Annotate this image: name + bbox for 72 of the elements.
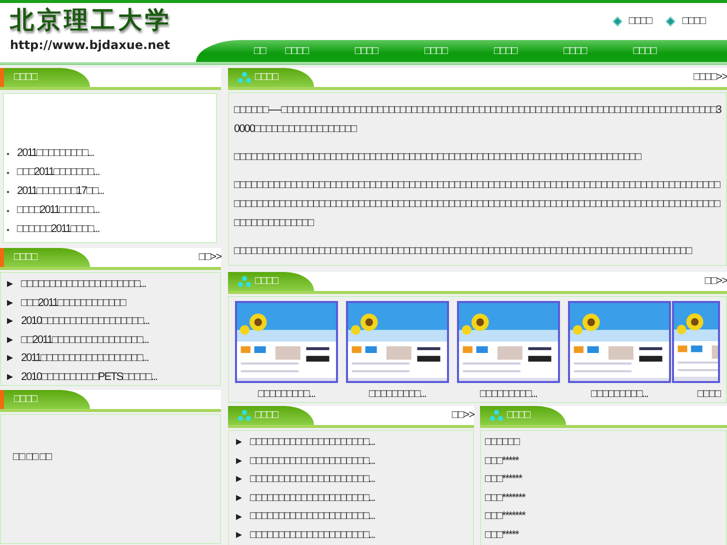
list-link[interactable]: □□□□□□□□□□□□□□□□□□□□□... <box>250 527 375 544</box>
more-link[interactable]: □□>> <box>704 273 727 290</box>
list-link[interactable]: 2010□□□□□□□□□□□□□□□□□□... <box>21 313 150 330</box>
arrow-icon <box>236 514 242 520</box>
list-link[interactable]: □□□□□□□□□□□□□□□□□□□□□... <box>250 434 375 451</box>
arrow-icon <box>7 300 13 306</box>
list-link[interactable]: 2011□□□□□□□□□... <box>17 145 94 162</box>
more-link[interactable]: □□>> <box>452 407 474 424</box>
member-name: □□□□□□ <box>485 435 519 450</box>
website-screenshot-drawing[interactable] <box>672 301 720 382</box>
list-link[interactable]: 2010□□□□□□□□□□PETS□□□□□... <box>21 368 158 385</box>
list-link[interactable]: □□□2011□□□□□□□□□□□□ <box>21 294 126 311</box>
accent-bar <box>0 248 4 267</box>
list-link[interactable]: 2011□□□□□□□□□□□□□□□□□□... <box>21 350 148 366</box>
nodes-icon <box>238 410 251 421</box>
thumbnail-caption[interactable]: □□□□□□□□□... <box>258 386 315 402</box>
paragraph: □□□□□□□□□□□□□□□□□□□□□□□□□□□□□□□□□□□□□□□□□□□□□□□□□□□□□□□□□□□□□□□□□□□□□□□□□□□□□□□□□□□□□□□□□□□□□□□□□□□□□□□□□□□□□□□□□□□□□□□□□□□□□□□□□□□□□□□□□□□□□□□□□□□□□□□□□□□□□□□□□□□□□□□□□□□□□□□□□□□□□□□□□□ <box>234 178 721 231</box>
nodes-icon <box>238 72 251 83</box>
top-link[interactable]: □□□□ <box>628 13 652 30</box>
accent-bar <box>0 390 4 409</box>
member-name: □□□***** <box>485 528 518 544</box>
arrow-icon <box>7 355 13 362</box>
section-title: □□□□ <box>14 70 37 86</box>
arrow-icon <box>7 336 13 343</box>
arrow-icon <box>7 281 13 288</box>
website-screenshot-drawing[interactable] <box>235 301 338 382</box>
section-title: □□□□ <box>255 408 278 424</box>
member-name: □□□***** <box>485 454 518 469</box>
more-link[interactable]: □□□□>> <box>694 69 727 86</box>
member-name: □□□****** <box>485 472 522 488</box>
paragraph: □□□□□□□□□□□□□□□□□□□□□□□□□□□□□□□□□□□□□□□□□□□□□□□□□□□□□□□□□□□□□□□□□□□□□□□□□□□□□□□□□ <box>234 244 693 259</box>
top-link[interactable]: □□□□ <box>682 13 705 30</box>
arrow-icon <box>236 458 242 464</box>
section-title: □□□□ <box>255 70 278 86</box>
thumbnail-caption[interactable]: □□□□ <box>697 386 720 402</box>
section-title: □□□□ <box>14 250 37 266</box>
member-name: □□□******* <box>485 490 525 506</box>
paragraph: □□□□□□-----□□□□□□□□□□□□□□□□□□□□□□□□□□□□□□□□□□□□□□□□□□□□□□□□□□□□□□□□□□□□□□□□□□□□□□□□□□□□□30000□□□□□□□□□□□□□□□□□□ <box>234 103 722 137</box>
thumbnail-caption[interactable]: □□□□□□□□□... <box>369 386 426 402</box>
thumbnail-caption[interactable]: □□□□□□□□□... <box>591 386 648 402</box>
arrow-icon <box>236 439 242 446</box>
list-link[interactable]: 2011□□□□□□□17□□... <box>17 183 104 200</box>
website-screenshot-drawing[interactable] <box>346 301 449 382</box>
list-link[interactable]: □□□2011□□□□□□□... <box>17 164 100 181</box>
website-screenshot-drawing[interactable] <box>457 301 560 382</box>
list-link[interactable]: □□2011□□□□□□□□□□□□□□□□... <box>21 332 148 348</box>
list-link[interactable]: □□□□□□□□□□□□□□□□□□□□□... <box>21 276 146 292</box>
list-link[interactable]: □□□□□□□□□□□□□□□□□□□□□... <box>250 490 375 506</box>
list-link[interactable]: □□□□□□□□□□□□□□□□□□□□□... <box>250 508 375 525</box>
arrow-icon <box>7 318 13 324</box>
section-title: □□□□ <box>255 274 278 290</box>
nodes-icon <box>238 276 251 287</box>
logo-title[interactable]: 北京理工大学 <box>10 8 172 32</box>
list-link[interactable]: □□□□□□2011□□□□... <box>17 221 100 238</box>
arrow-icon <box>236 476 242 482</box>
list-link[interactable]: □□□□□□□□□□□□□□□□□□□□□... <box>250 452 375 470</box>
nodes-icon <box>490 410 503 421</box>
list-link[interactable]: □□□□□□□□□□□□□□□□□□□□□... <box>250 471 375 488</box>
accent-bar <box>0 68 4 87</box>
thumbnail-caption[interactable]: □□□□□□□□□... <box>480 386 537 402</box>
list-link[interactable]: □□□□2011□□□□□□... <box>17 202 100 219</box>
arrow-icon <box>236 495 242 502</box>
logo-url: http://www.bjdaxue.net <box>10 37 170 54</box>
website-screenshot-drawing[interactable] <box>568 301 671 382</box>
paragraph: □□□□□□□□□□□□□□□□□□□□□□□□□□□□□□□□□□□□□□□□□□□□□□□□□□□□□□□□□□□□□□□□□□□□□□□□ <box>234 150 642 165</box>
arrow-icon <box>7 374 13 380</box>
member-name: □□□******* <box>485 509 525 524</box>
arrow-icon <box>236 532 242 538</box>
more-link[interactable]: □□>> <box>198 249 221 266</box>
section-title: □□□□ <box>507 408 530 424</box>
contact-text: □□ □□ □□ <box>13 451 51 463</box>
section-title: □□□□ <box>14 392 37 408</box>
